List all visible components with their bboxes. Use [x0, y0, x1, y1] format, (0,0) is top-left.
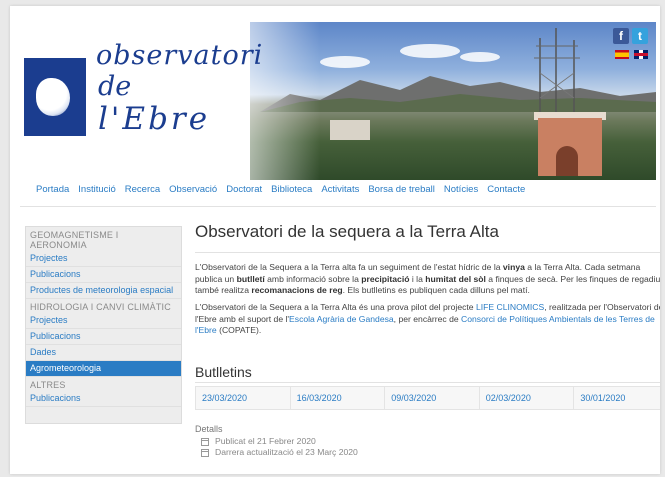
page: observatori de l'Ebre f t Portada Instit… — [10, 6, 660, 474]
nav-observacio[interactable]: Observació — [169, 184, 217, 195]
sidebar-item-projectes[interactable]: Projectes — [26, 313, 181, 329]
sidebar-item-dades[interactable]: Dades — [26, 345, 181, 361]
title-divider — [195, 252, 660, 253]
logo-line-2: de — [98, 71, 132, 103]
nav-doctorat[interactable]: Doctorat — [226, 184, 262, 195]
butlleti-link[interactable]: 02/03/2020 — [480, 387, 575, 409]
main-nav: Portada Institució Recerca Observació Do… — [36, 184, 534, 195]
english-flag-icon[interactable] — [634, 50, 648, 59]
sidebar-item-publicacions[interactable]: Publicacions — [26, 267, 181, 283]
life-clinomics-link[interactable]: LIFE CLINOMICS — [476, 302, 544, 312]
nav-recerca[interactable]: Recerca — [125, 184, 160, 195]
main-content: Observatori de la sequera a la Terra Alt… — [195, 222, 660, 335]
logo-wordmark: observatori de l'Ebre — [96, 40, 264, 138]
nav-portada[interactable]: Portada — [36, 184, 69, 195]
sidebar: GEOMAGNETISME I AERONOMIA Projectes Publ… — [25, 226, 182, 424]
sidebar-item-agrometeorologia[interactable]: Agrometeorologia — [26, 361, 181, 377]
text: i la — [409, 273, 426, 284]
bold-text: vinya — [502, 262, 525, 272]
published-text: Publicat el 21 Febrer 2020 — [215, 436, 316, 446]
text: L'Observatori de la Sequera a la Terra a… — [195, 262, 503, 272]
sidebar-item-publicacions[interactable]: Publicacions — [26, 391, 181, 407]
nav-divider — [20, 206, 656, 207]
header-photo — [200, 22, 656, 180]
butlleti-link[interactable]: 30/01/2020 — [574, 387, 660, 409]
text: L'Observatori de la Sequera a la Terra A… — [195, 302, 476, 312]
project-paragraph: L'Observatori de la Sequera a la Terra A… — [195, 302, 660, 337]
butlletins-heading: Butlletins — [195, 364, 252, 380]
language-switcher — [615, 50, 648, 59]
butlletins-table: 23/03/2020 16/03/2020 09/03/2020 02/03/2… — [195, 386, 660, 410]
site-header: observatori de l'Ebre f t — [20, 22, 656, 180]
nav-borsa-de-treball[interactable]: Borsa de treball — [368, 184, 435, 195]
intro-paragraph: L'Observatori de la Sequera a la Terra a… — [195, 262, 660, 297]
bold-text: humitat del sòl — [425, 273, 486, 284]
sidebar-item-productes-meteorologia-espacial[interactable]: Productes de meteorologia espacial — [26, 283, 181, 299]
bold-text: precipitació — [361, 273, 410, 284]
logo-line-1: observatori — [96, 40, 264, 71]
calendar-icon — [201, 437, 209, 446]
logo-line-3: l'Ebre — [98, 101, 211, 138]
bold-text: butlletí — [236, 273, 265, 284]
updated-date: Darrera actualització el 23 Març 2020 — [201, 447, 358, 458]
nav-noticies[interactable]: Notícies — [444, 184, 478, 195]
calendar-icon — [201, 448, 209, 457]
article-details: Detalls Publicat el 21 Febrer 2020 Darre… — [195, 424, 358, 458]
butlleti-link[interactable]: 23/03/2020 — [196, 387, 291, 409]
text: , per encàrrec de — [393, 313, 462, 324]
sidebar-heading-altres: ALTRES — [30, 380, 66, 390]
twitter-icon[interactable]: t — [632, 28, 648, 44]
escola-agraria-link[interactable]: Escola Agrària de Gandesa — [289, 314, 394, 324]
page-title: Observatori de la sequera a la Terra Alt… — [195, 222, 499, 241]
text: amb informació sobre la — [264, 273, 362, 284]
spanish-flag-icon[interactable] — [615, 50, 629, 59]
updated-text: Darrera actualització el 23 Març 2020 — [215, 447, 358, 457]
butlleti-link[interactable]: 09/03/2020 — [385, 387, 480, 409]
nav-activitats[interactable]: Activitats — [321, 184, 359, 195]
text: . Els butlletins es publiquen cada dillu… — [342, 285, 530, 296]
nav-biblioteca[interactable]: Biblioteca — [271, 184, 312, 195]
nav-institucio[interactable]: Institució — [78, 184, 116, 195]
sidebar-item-publicacions[interactable]: Publicacions — [26, 329, 181, 345]
site-logo[interactable]: observatori de l'Ebre — [20, 22, 262, 180]
details-title: Detalls — [195, 424, 223, 434]
social-links: f t — [613, 28, 648, 44]
butlletins-divider — [195, 382, 660, 383]
butlleti-link[interactable]: 16/03/2020 — [291, 387, 386, 409]
published-date: Publicat el 21 Febrer 2020 — [201, 436, 358, 447]
text: (COPATE). — [216, 325, 262, 336]
sidebar-heading-geomagnetisme: GEOMAGNETISME I AERONOMIA — [30, 230, 119, 250]
sidebar-heading-hidrologia: HIDROLOGIA I CANVI CLIMÀTIC — [30, 302, 171, 312]
nav-contacte[interactable]: Contacte — [487, 184, 525, 195]
bold-text: recomanacions de reg — [251, 285, 343, 296]
facebook-icon[interactable]: f — [613, 28, 629, 44]
logo-emblem — [24, 58, 86, 136]
sidebar-item-projectes[interactable]: Projectes — [26, 251, 181, 267]
